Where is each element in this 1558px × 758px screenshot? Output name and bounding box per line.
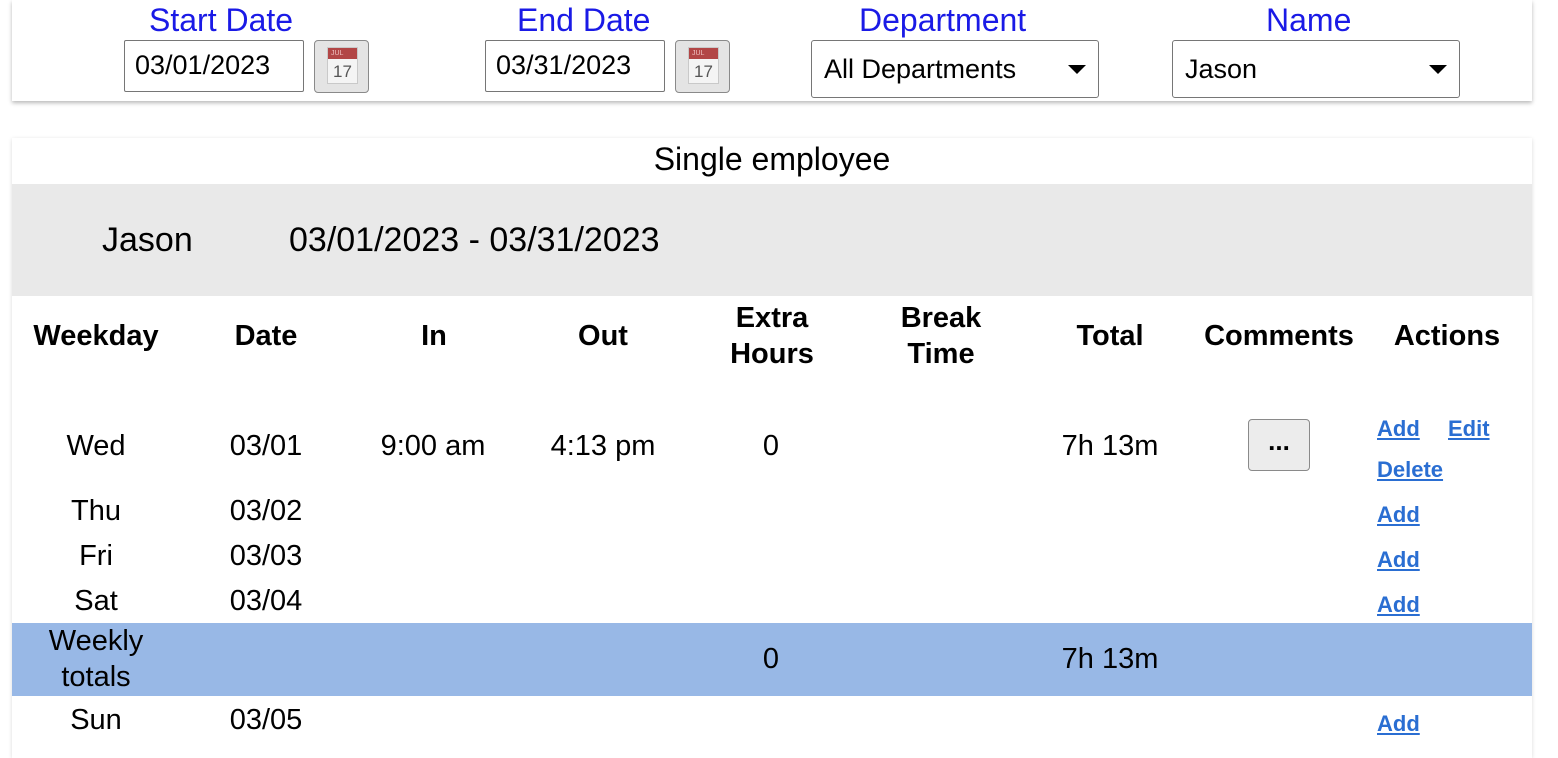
weekly-total: 7h 13m [1061, 643, 1159, 675]
column-header-break-time: Break Time [900, 302, 982, 370]
row-weekday: Sun [70, 704, 122, 736]
row-date: 03/01 [229, 430, 303, 462]
row-weekday: Sat [74, 585, 118, 617]
column-header-date: Date [234, 320, 298, 352]
employee-name: Jason [102, 221, 193, 259]
start-date-input[interactable]: 03/01/2023 [124, 40, 304, 92]
row-weekday: Fri [79, 540, 113, 572]
employee-header-band: Jason 03/01/2023 - 03/31/2023 [12, 184, 1532, 296]
column-header-weekday: Weekday [33, 320, 159, 352]
add-link[interactable]: Add [1377, 546, 1420, 574]
start-date-label: Start Date [149, 2, 294, 38]
report-title: Single employee [653, 141, 891, 177]
weekly-extra-hours: 0 [762, 643, 780, 675]
row-weekday: Wed [66, 430, 126, 462]
row-date: 03/04 [229, 585, 303, 617]
chevron-down-icon [1429, 65, 1447, 74]
add-link[interactable]: Add [1377, 710, 1420, 738]
column-header-total: Total [1076, 320, 1144, 352]
end-date-input[interactable]: 03/31/2023 [485, 40, 665, 92]
row-date: 03/02 [229, 495, 303, 527]
calendar-icon: JUL 17 [327, 47, 358, 84]
edit-link[interactable]: Edit [1448, 415, 1490, 443]
filter-bar: Start Date 03/01/2023 JUL 17 End Date 03… [12, 0, 1532, 101]
name-select[interactable]: Jason [1172, 40, 1460, 98]
comments-button[interactable]: ... [1248, 419, 1310, 471]
name-label: Name [1266, 2, 1352, 38]
column-header-extra-hours: Extra Hours [730, 302, 814, 370]
row-extra-hours: 0 [762, 430, 780, 462]
column-header-actions: Actions [1393, 320, 1501, 352]
report-date-range: 03/01/2023 - 03/31/2023 [289, 221, 660, 259]
end-date-calendar-button[interactable]: JUL 17 [675, 40, 730, 93]
start-date-calendar-button[interactable]: JUL 17 [314, 40, 369, 93]
column-header-in: In [421, 320, 447, 352]
row-weekday: Thu [71, 495, 121, 527]
column-header-comments: Comments [1204, 320, 1354, 352]
row-out-time: 4:13 pm [550, 430, 656, 462]
end-date-label: End Date [517, 2, 651, 38]
row-in-time: 9:00 am [380, 430, 486, 462]
department-selected-value: All Departments [824, 54, 1017, 84]
department-select[interactable]: All Departments [811, 40, 1099, 98]
column-header-out: Out [578, 320, 628, 352]
row-total: 7h 13m [1061, 430, 1159, 462]
add-link[interactable]: Add [1377, 415, 1420, 443]
weekly-totals-label: Weekly totals [48, 625, 144, 693]
row-date: 03/05 [229, 704, 303, 736]
weekly-totals-row: Weekly totals 0 7h 13m [12, 623, 1532, 696]
report-card: Single employee Jason 03/01/2023 - 03/31… [12, 138, 1532, 758]
row-date: 03/03 [229, 540, 303, 572]
add-link[interactable]: Add [1377, 501, 1420, 529]
add-link[interactable]: Add [1377, 591, 1420, 619]
delete-link[interactable]: Delete [1377, 456, 1443, 484]
department-label: Department [859, 2, 1027, 38]
name-selected-value: Jason [1185, 54, 1258, 84]
chevron-down-icon [1068, 65, 1086, 74]
calendar-icon: JUL 17 [688, 47, 719, 84]
